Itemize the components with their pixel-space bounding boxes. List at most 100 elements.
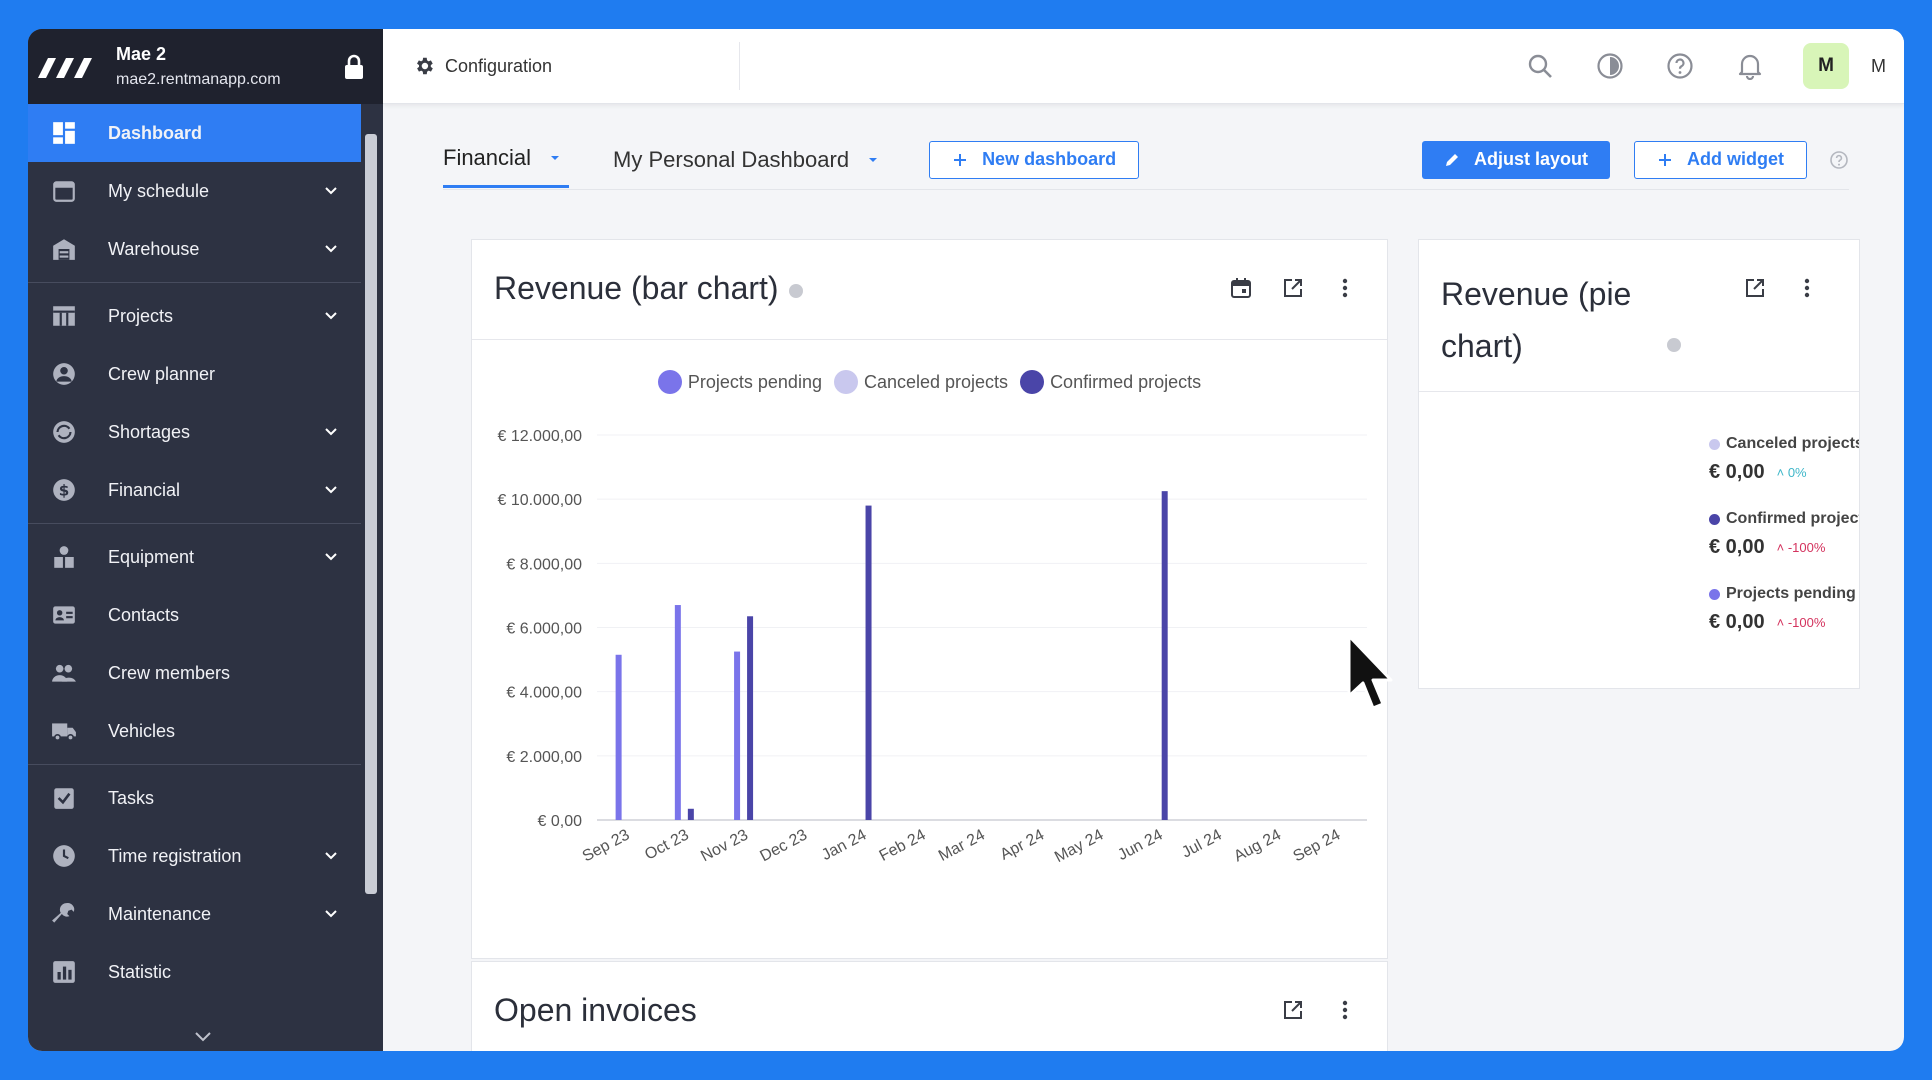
help-icon[interactable]: [1829, 150, 1849, 170]
change-arrow-icon: ˄: [1776, 540, 1788, 555]
pencil-icon: [1445, 153, 1458, 166]
user-avatar[interactable]: M: [1803, 43, 1849, 89]
help-icon[interactable]: [1665, 51, 1695, 81]
breadcrumb-label: Configuration: [445, 55, 553, 76]
org-info[interactable]: Mae 2 mae2.rentmanapp.com: [116, 44, 343, 89]
chevron-down-icon[interactable]: [323, 424, 339, 440]
card-header: Open invoices: [472, 962, 1387, 1051]
clock-icon: [50, 842, 78, 870]
calendar-icon[interactable]: [1229, 276, 1253, 300]
tab-my-personal-dashboard-label: My Personal Dashboard: [613, 146, 850, 172]
sidebar-item-dashboard[interactable]: Dashboard: [28, 104, 361, 162]
pie-legend-change-value: -100%: [1787, 540, 1826, 555]
bar-confirmed-projects: [747, 616, 754, 820]
sidebar-item-shortages[interactable]: Shortages: [28, 403, 361, 461]
pie-legend-item[interactable]: Canceled projects € 0,00 ˄ 0%: [1709, 435, 1859, 484]
open-external-icon[interactable]: [1743, 276, 1767, 300]
caret-down-icon: [869, 157, 878, 162]
pie-legend-value-row: € 0,00 ˄ -100%: [1709, 611, 1859, 634]
y-tick-label: € 6.000,00: [506, 621, 582, 638]
shortages-icon: [50, 418, 78, 446]
x-tick-label: Feb 24: [877, 826, 929, 864]
equipment-icon: [50, 543, 78, 571]
chevron-down-icon[interactable]: [323, 482, 339, 498]
sidebar-item-equipment[interactable]: Equipment: [28, 528, 361, 586]
pie-legend-swatch: [1709, 438, 1720, 450]
sidebar-item-projects[interactable]: Projects: [28, 287, 361, 345]
sidebar-item-label: Equipment: [108, 546, 195, 567]
search-icon[interactable]: [1525, 51, 1555, 81]
chevron-down-icon[interactable]: [323, 549, 339, 565]
chevron-down-icon[interactable]: [323, 183, 339, 199]
sidebar-item-crew-planner[interactable]: Crew planner: [28, 345, 361, 403]
bar-confirmed-projects: [865, 505, 872, 820]
pie-legend-change: ˄ 0%: [1777, 465, 1807, 480]
breadcrumb[interactable]: Configuration: [383, 42, 740, 90]
truck-icon: [50, 717, 78, 745]
pie-legend: Canceled projects € 0,00 ˄ 0% Confirmed pro…: [1709, 435, 1859, 660]
sidebar-item-financial[interactable]: $ Financial: [28, 461, 361, 519]
sidebar-item-time-registration[interactable]: Time registration: [28, 827, 361, 885]
change-arrow-icon: ˄: [1776, 465, 1788, 480]
sidebar-item-contacts[interactable]: Contacts: [28, 586, 361, 644]
adjust-layout-button[interactable]: Adjust layout: [1421, 140, 1610, 179]
calendar-icon: [50, 177, 78, 205]
chevron-down-icon[interactable]: [323, 241, 339, 257]
card-tools: [1201, 276, 1357, 300]
pie-legend-item[interactable]: Projects pending € 0,00 ˄ -100%: [1709, 585, 1859, 634]
info-icon[interactable]: [788, 283, 803, 298]
chevron-down-icon[interactable]: [193, 1029, 213, 1043]
sidebar-item-maintenance[interactable]: Maintenance: [28, 885, 361, 943]
wrench-icon: [50, 900, 78, 928]
x-tick-label: Mar 24: [936, 826, 988, 864]
chevron-down-icon[interactable]: [323, 906, 339, 922]
open-external-icon[interactable]: [1281, 998, 1305, 1022]
tab-financial[interactable]: Financial: [443, 132, 570, 188]
sidebar-item-label: Financial: [108, 479, 181, 500]
card-title: Revenue (bar chart): [494, 270, 803, 307]
sidebar-item-label: Projects: [108, 305, 174, 326]
lock-icon[interactable]: [343, 54, 365, 80]
user-name[interactable]: M: [1871, 56, 1886, 77]
adjust-layout-label: Adjust layout: [1473, 149, 1588, 169]
new-dashboard-button[interactable]: New dashboard: [929, 140, 1140, 179]
pie-legend-amount: € 0,00: [1709, 461, 1765, 483]
y-tick-label: € 10.000,00: [497, 492, 582, 509]
sidebar-item-label: Time registration: [108, 845, 242, 866]
card-title-line-1: Revenue (pie: [1441, 276, 1632, 312]
chevron-down-icon[interactable]: [323, 848, 339, 864]
more-vertical-icon[interactable]: [1795, 276, 1819, 300]
sidebar-scrollbar[interactable]: [365, 134, 377, 894]
sidebar-item-label: My schedule: [108, 180, 210, 201]
dashboard-icon: [50, 119, 78, 147]
tab-my-personal-dashboard[interactable]: My Personal Dashboard: [613, 132, 879, 188]
more-vertical-icon[interactable]: [1333, 276, 1357, 300]
nav-divider: [28, 282, 361, 283]
x-tick-label: Jun 24: [1115, 826, 1165, 864]
dashboard-tabs-row: Financial My Personal Dashboard New dash…: [443, 130, 1849, 190]
add-widget-button[interactable]: Add widget: [1634, 140, 1807, 179]
revenue-bar-chart: € 0,00 € 2.000,00 € 4.000,00 € 6.000,00 € 8.…: [497, 428, 1367, 866]
pie-legend-change: ˄ -100%: [1777, 615, 1826, 630]
pie-legend-item[interactable]: Confirmed project € 0,00 ˄ -100%: [1709, 510, 1859, 559]
card-tools: [1253, 998, 1357, 1022]
x-tick-label: May 24: [1052, 826, 1106, 866]
bar-projects-pending: [674, 605, 681, 820]
nav-divider: [28, 764, 361, 765]
theme-toggle-icon[interactable]: [1595, 51, 1625, 81]
open-external-icon[interactable]: [1281, 276, 1305, 300]
card-header: Revenue (bar chart): [472, 240, 1387, 340]
chevron-down-icon[interactable]: [323, 308, 339, 324]
tasks-icon: [50, 784, 78, 812]
more-vertical-icon[interactable]: [1333, 998, 1357, 1022]
sidebar-item-tasks[interactable]: Tasks: [28, 769, 361, 827]
sidebar-item-statistic[interactable]: Statistic: [28, 943, 361, 1001]
sidebar-item-warehouse[interactable]: Warehouse: [28, 220, 361, 278]
sidebar-item-label: Maintenance: [108, 903, 212, 924]
sidebar-item-my-schedule[interactable]: My schedule: [28, 162, 361, 220]
notification-bell-icon[interactable]: [1735, 51, 1765, 81]
info-icon[interactable]: [1667, 338, 1682, 352]
sidebar-item-vehicles[interactable]: Vehicles: [28, 702, 361, 760]
change-arrow-icon: ˄: [1776, 615, 1788, 630]
sidebar-item-crew-members[interactable]: Crew members: [28, 644, 361, 702]
